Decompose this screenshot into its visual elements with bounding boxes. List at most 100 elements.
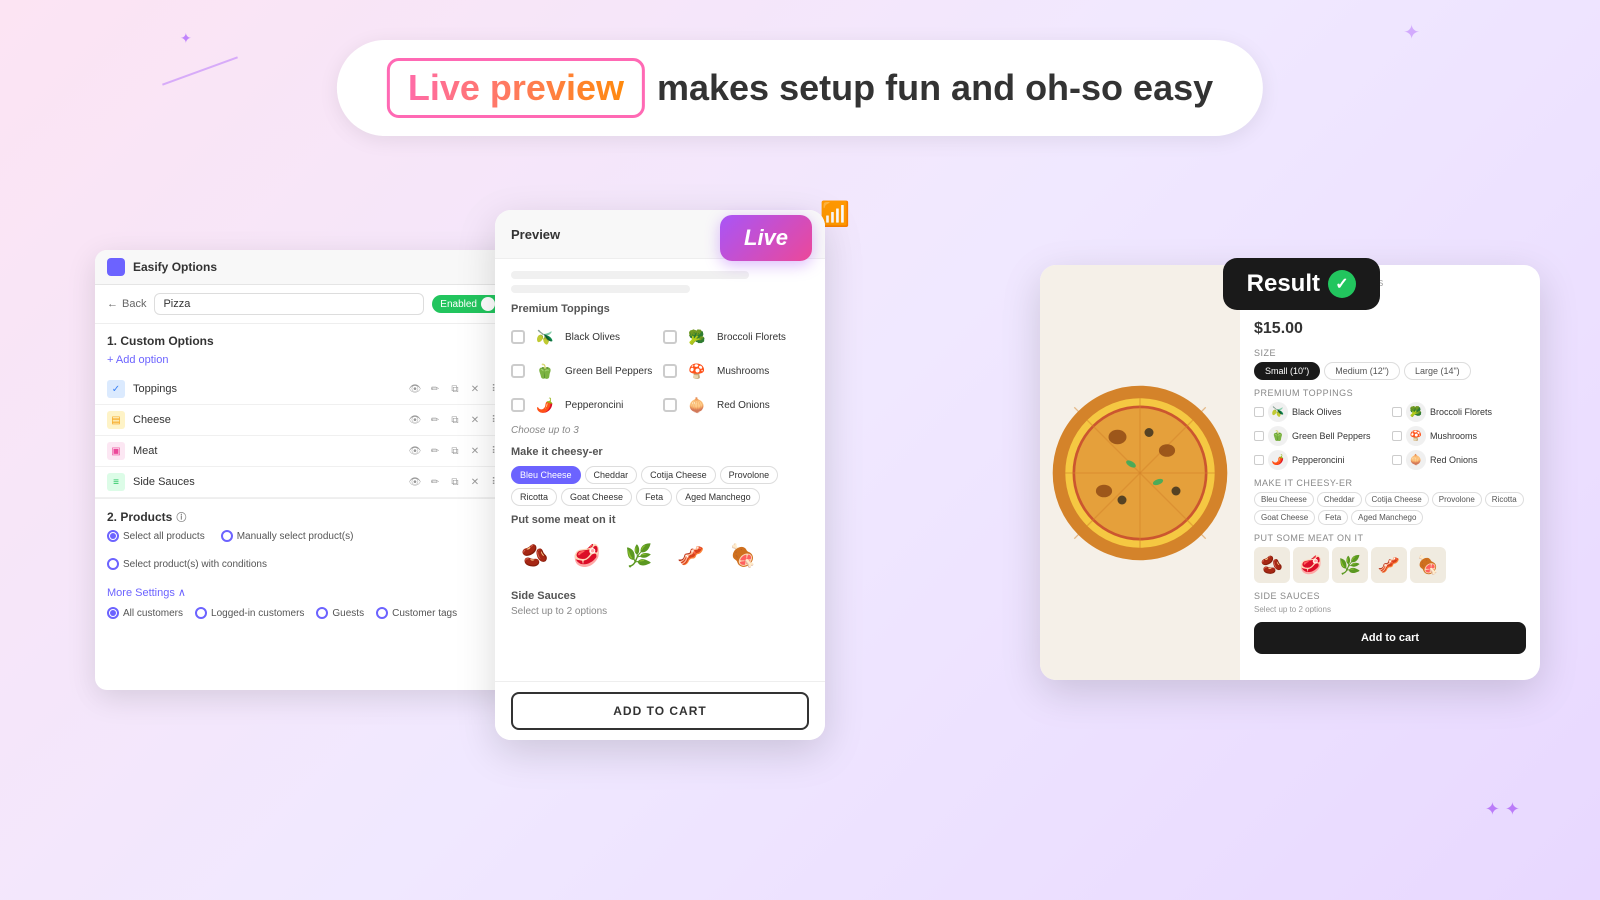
result-chk-6[interactable] [1392,455,1402,465]
restriction-tags[interactable]: Customer tags [376,607,457,619]
result-cheese-7[interactable]: Feta [1318,510,1348,525]
red-onions-img: 🧅 [683,391,711,419]
copy-icon[interactable]: ⧉ [447,381,463,397]
chk-pepperoncini[interactable] [511,398,525,412]
result-cheese-2[interactable]: Cheddar [1317,492,1362,507]
black-olives-emoji: 🫒 [531,323,559,351]
size-large[interactable]: Large (14") [1404,362,1471,380]
enabled-toggle[interactable]: Enabled [432,295,503,313]
result-meat-2[interactable]: 🥩 [1293,547,1329,583]
green-peppers-text: Green Bell Peppers [565,366,652,377]
header-rest-text: makes setup fun and oh-so easy [657,67,1213,109]
cheese-manchego[interactable]: Aged Manchego [676,488,760,506]
restriction-guests[interactable]: Guests [316,607,364,619]
meat-img-1[interactable]: 🫘 [511,532,559,580]
live-badge-text: Live [744,225,788,250]
result-topping-img-4: 🍄 [1406,426,1426,446]
result-chk-3[interactable] [1254,431,1264,441]
radio-conditions[interactable]: Select product(s) with conditions [107,558,267,570]
cheese-cheddar[interactable]: Cheddar [585,466,638,484]
edit-icon[interactable]: ✏ [427,381,443,397]
meat-section-label: Put some meat on it [511,514,809,526]
meat-label: Meat [133,445,399,457]
add-option-button[interactable]: + Add option [95,352,515,374]
result-chk-5[interactable] [1254,455,1264,465]
chk-green-peppers[interactable] [511,364,525,378]
toppings-grid: 🫒 Black Olives 🥦 Broccoli Florets 🫑 Gree… [511,323,809,419]
toggle-label: Enabled [440,299,477,310]
add-to-cart-button[interactable]: ADD TO CART [511,692,809,730]
side-sauces-hint: Select up to 2 options [511,606,809,617]
result-chk-2[interactable] [1392,407,1402,417]
copy-icon-4[interactable]: ⧉ [447,474,463,490]
chk-red-onions[interactable] [663,398,677,412]
eye-icon-4[interactable]: 👁 [407,474,423,490]
pepperoncini-emoji: 🌶️ [531,391,559,419]
cheese-provolone[interactable]: Provolone [720,466,779,484]
restriction-all[interactable]: All customers [107,607,183,619]
result-cheese-8[interactable]: Aged Manchego [1351,510,1423,525]
restriction-dot-logged [195,607,207,619]
close-icon-2[interactable]: ✕ [467,412,483,428]
eye-icon-2[interactable]: 👁 [407,412,423,428]
result-cheese-1[interactable]: Bleu Cheese [1254,492,1314,507]
radio-label-conditions: Select product(s) with conditions [123,559,267,570]
edit-icon-3[interactable]: ✏ [427,443,443,459]
meat-img-3[interactable]: 🌿 [615,532,663,580]
copy-icon-3[interactable]: ⧉ [447,443,463,459]
cheese-bleu[interactable]: Bleu Cheese [511,466,581,484]
chk-mushrooms[interactable] [663,364,677,378]
product-name-input[interactable] [154,293,424,315]
copy-icon-2[interactable]: ⧉ [447,412,463,428]
result-cheese-6[interactable]: Goat Cheese [1254,510,1315,525]
mushrooms-emoji: 🍄 [683,357,711,385]
products-title: 2. Products ⓘ [107,509,503,524]
more-settings-link[interactable]: More Settings ∧ [95,580,515,605]
close-icon[interactable]: ✕ [467,381,483,397]
admin-back-button[interactable]: ← Back [107,298,146,310]
red-onions-text: Red Onions [717,400,770,411]
radio-all-products[interactable]: Select all products [107,530,205,542]
meat-img-2[interactable]: 🥩 [563,532,611,580]
result-cheese-5[interactable]: Ricotta [1485,492,1524,507]
radio-manual[interactable]: Manually select product(s) [221,530,354,542]
admin-panel: Easify Options ← Back Enabled 1. Custom … [95,250,515,690]
meat-img-5[interactable]: 🍖 [719,532,767,580]
cheese-ricotta[interactable]: Ricotta [511,488,557,506]
result-meat-1[interactable]: 🫘 [1254,547,1290,583]
result-meat-5[interactable]: 🍖 [1410,547,1446,583]
result-add-to-cart-button[interactable]: Add to cart [1254,622,1526,654]
cheese-icon: ▤ [107,411,125,429]
result-topping-6: 🧅 Red Onions [1392,450,1526,470]
admin-topbar: Easify Options [95,250,515,285]
size-small[interactable]: Small (10") [1254,362,1320,380]
cheese-feta[interactable]: Feta [636,488,672,506]
close-icon-3[interactable]: ✕ [467,443,483,459]
chk-broccoli[interactable] [663,330,677,344]
toppings-label: Toppings [133,383,399,395]
meat-img-4[interactable]: 🥓 [667,532,715,580]
result-cheese-4[interactable]: Provolone [1432,492,1482,507]
result-meat-4[interactable]: 🥓 [1371,547,1407,583]
result-chk-1[interactable] [1254,407,1264,417]
chk-black-olives[interactable] [511,330,525,344]
edit-icon-2[interactable]: ✏ [427,412,443,428]
eye-icon-3[interactable]: 👁 [407,443,423,459]
restriction-logged-in[interactable]: Logged-in customers [195,607,304,619]
broccoli-text: Broccoli Florets [717,332,786,343]
header-banner: Live preview makes setup fun and oh-so e… [337,40,1263,136]
cheese-goat[interactable]: Goat Cheese [561,488,632,506]
edit-icon-4[interactable]: ✏ [427,474,443,490]
result-topping-name-3: Green Bell Peppers [1292,431,1371,441]
toppings-icon: ✓ [107,380,125,398]
close-icon-4[interactable]: ✕ [467,474,483,490]
size-medium[interactable]: Medium (12") [1324,362,1400,380]
result-chk-4[interactable] [1392,431,1402,441]
cheese-cotija[interactable]: Cotija Cheese [641,466,716,484]
result-meat-3[interactable]: 🌿 [1332,547,1368,583]
eye-icon[interactable]: 👁 [407,381,423,397]
toppings-actions: 👁 ✏ ⧉ ✕ ⠿ [407,381,503,397]
result-cheese-3[interactable]: Cotija Cheese [1365,492,1429,507]
radio-dot-all [107,530,119,542]
result-topping-name-1: Black Olives [1292,407,1342,417]
